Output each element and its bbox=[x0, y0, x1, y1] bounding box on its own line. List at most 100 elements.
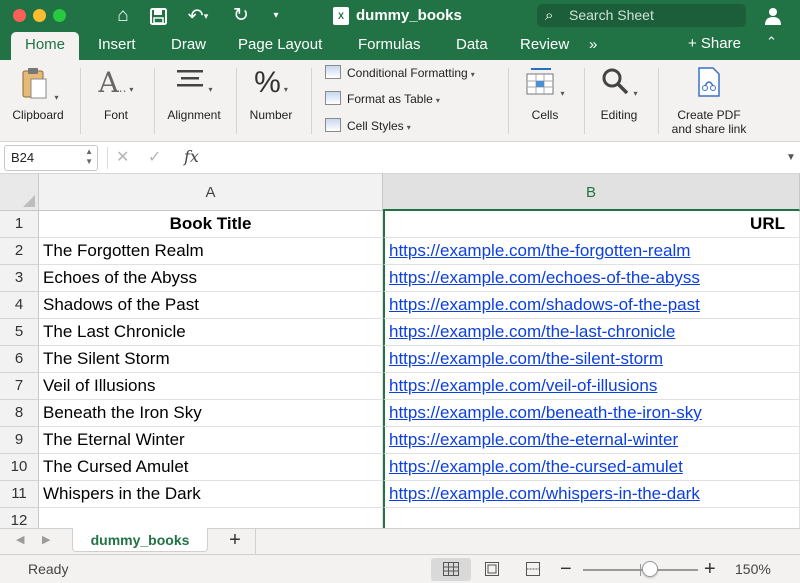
row-header[interactable]: 6 bbox=[0, 346, 39, 373]
cell-a5[interactable]: The Last Chronicle bbox=[39, 319, 383, 346]
enter-icon[interactable]: ✓ bbox=[148, 148, 161, 168]
next-sheet-icon[interactable]: ▶ bbox=[42, 533, 50, 546]
collapse-ribbon-icon[interactable]: ⌃ bbox=[766, 34, 777, 50]
close-window-button[interactable] bbox=[13, 9, 26, 22]
row-header[interactable]: 11 bbox=[0, 481, 39, 508]
cells-icon: ▾ bbox=[514, 66, 576, 100]
page-break-view-icon[interactable] bbox=[513, 558, 553, 581]
cell-a8[interactable]: Beneath the Iron Sky bbox=[39, 400, 383, 427]
cell-a11[interactable]: Whispers in the Dark bbox=[39, 481, 383, 508]
cell-b6-link[interactable]: https://example.com/the-silent-storm bbox=[383, 346, 800, 373]
cell-a4[interactable]: Shadows of the Past bbox=[39, 292, 383, 319]
zoom-in-button[interactable]: + bbox=[704, 557, 716, 581]
cell-b3-link[interactable]: https://example.com/echoes-of-the-abyss bbox=[383, 265, 800, 292]
ribbon-divider bbox=[311, 68, 312, 134]
select-all-button[interactable] bbox=[0, 174, 39, 211]
column-header-b[interactable]: B bbox=[383, 174, 800, 211]
cell-a9[interactable]: The Eternal Winter bbox=[39, 427, 383, 454]
cell-styles-label: Cell Styles bbox=[347, 119, 404, 133]
spreadsheet-grid[interactable]: A B 1 Book Title URL 2 The Forgotten Rea… bbox=[0, 174, 800, 528]
tab-formulas[interactable]: Formulas bbox=[358, 32, 421, 60]
minimize-window-button[interactable] bbox=[33, 9, 46, 22]
cell-b5-link[interactable]: https://example.com/the-last-chronicle bbox=[383, 319, 800, 346]
page-layout-view-icon[interactable] bbox=[472, 558, 512, 581]
cell-b8-link[interactable]: https://example.com/beneath-the-iron-sky bbox=[383, 400, 800, 427]
more-tabs-button[interactable]: » bbox=[589, 32, 597, 60]
share-button[interactable]: + Share bbox=[688, 32, 741, 60]
font-group[interactable]: A.. ▾ Font bbox=[84, 60, 148, 142]
row-header[interactable]: 2 bbox=[0, 238, 39, 265]
column-header-a[interactable]: A bbox=[39, 174, 383, 211]
editing-group[interactable]: ▾ Editing bbox=[588, 60, 650, 142]
sheet-tab-dummy-books[interactable]: dummy_books bbox=[72, 528, 208, 552]
formula-bar: B24 ▲ ▼ ✕ ✓ fx ▼ bbox=[0, 142, 800, 174]
cell-styles-button[interactable]: Cell Styles ▾ bbox=[325, 116, 411, 136]
row-header[interactable]: 9 bbox=[0, 427, 39, 454]
row-header[interactable]: 8 bbox=[0, 400, 39, 427]
add-sheet-button[interactable]: + bbox=[224, 529, 246, 553]
zoom-out-button[interactable]: − bbox=[560, 557, 572, 581]
account-icon[interactable] bbox=[764, 4, 786, 28]
tab-review[interactable]: Review bbox=[520, 32, 569, 60]
row-header[interactable]: 5 bbox=[0, 319, 39, 346]
cell-a7[interactable]: Veil of Illusions bbox=[39, 373, 383, 400]
row-header[interactable]: 7 bbox=[0, 373, 39, 400]
cell-a10[interactable]: The Cursed Amulet bbox=[39, 454, 383, 481]
row-header[interactable]: 10 bbox=[0, 454, 39, 481]
alignment-group[interactable]: ▾ Alignment bbox=[158, 60, 230, 142]
number-group[interactable]: % ▾ Number bbox=[240, 60, 302, 142]
cell-b7-link[interactable]: https://example.com/veil-of-illusions bbox=[383, 373, 800, 400]
row-header[interactable]: 1 bbox=[0, 211, 39, 238]
insert-function-icon[interactable]: fx bbox=[184, 147, 199, 166]
tab-home[interactable]: Home bbox=[11, 32, 80, 60]
zoom-level[interactable]: 150% bbox=[735, 561, 771, 577]
zoom-slider-thumb[interactable] bbox=[642, 561, 659, 577]
alignment-label: Alignment bbox=[167, 108, 221, 122]
row-header[interactable]: 3 bbox=[0, 265, 39, 292]
ribbon-divider bbox=[154, 68, 155, 134]
cells-group[interactable]: ▾ Cells bbox=[514, 60, 576, 142]
undo-icon[interactable]: ↶▾ bbox=[184, 4, 212, 28]
cell-b9-link[interactable]: https://example.com/the-eternal-winter bbox=[383, 427, 800, 454]
cell-b1[interactable]: URL bbox=[383, 211, 800, 238]
cell-a2[interactable]: The Forgotten Realm bbox=[39, 238, 383, 265]
name-box[interactable]: B24 ▲ ▼ bbox=[4, 145, 98, 171]
prev-sheet-icon[interactable]: ◀ bbox=[16, 533, 24, 546]
cell-b11-link[interactable]: https://example.com/whispers-in-the-dark bbox=[383, 481, 800, 508]
customize-toolbar-icon[interactable]: ▾ bbox=[268, 4, 284, 28]
save-icon[interactable] bbox=[146, 4, 170, 28]
name-box-value: B24 bbox=[11, 150, 35, 165]
name-box-stepper-icon[interactable]: ▲ ▼ bbox=[85, 147, 93, 167]
cell-a1[interactable]: Book Title bbox=[39, 211, 383, 238]
home-icon[interactable]: ⌂ bbox=[111, 4, 135, 28]
cancel-icon[interactable]: ✕ bbox=[116, 148, 129, 168]
zoom-slider-midmark bbox=[640, 564, 641, 576]
sheet-tab-divider bbox=[255, 529, 256, 555]
cell-b12[interactable] bbox=[383, 508, 800, 528]
ribbon-tabs: Home Insert Draw Page Layout Formulas Da… bbox=[0, 32, 800, 60]
expand-formula-icon[interactable]: ▼ bbox=[786, 152, 796, 163]
redo-icon[interactable]: ↻ bbox=[229, 4, 253, 28]
normal-view-icon[interactable] bbox=[431, 558, 471, 581]
row-header[interactable]: 4 bbox=[0, 292, 39, 319]
cell-a6[interactable]: The Silent Storm bbox=[39, 346, 383, 373]
tab-data[interactable]: Data bbox=[456, 32, 488, 60]
zoom-window-button[interactable] bbox=[53, 9, 66, 22]
row-header[interactable]: 12 bbox=[0, 508, 39, 528]
create-pdf-group[interactable]: Create PDF and share link bbox=[662, 60, 756, 142]
cell-b10-link[interactable]: https://example.com/the-cursed-amulet bbox=[383, 454, 800, 481]
conditional-formatting-button[interactable]: Conditional Formatting ▾ bbox=[325, 63, 475, 83]
ribbon: ▾ Clipboard A.. ▾ Font ▾ Alignment % ▾ Num… bbox=[0, 60, 800, 142]
tab-draw[interactable]: Draw bbox=[171, 32, 206, 60]
cell-b4-link[interactable]: https://example.com/shadows-of-the-past bbox=[383, 292, 800, 319]
tab-insert[interactable]: Insert bbox=[98, 32, 136, 60]
search-placeholder: Search Sheet bbox=[569, 7, 654, 23]
search-sheet-input[interactable]: ⌕ Search Sheet bbox=[537, 4, 746, 27]
format-as-table-button[interactable]: Format as Table ▾ bbox=[325, 89, 440, 109]
clipboard-group[interactable]: ▾ Clipboard bbox=[4, 60, 72, 142]
tab-page-layout[interactable]: Page Layout bbox=[238, 32, 322, 60]
formula-input[interactable] bbox=[212, 146, 778, 170]
cell-a12[interactable] bbox=[39, 508, 383, 528]
cell-a3[interactable]: Echoes of the Abyss bbox=[39, 265, 383, 292]
cell-b2-link[interactable]: https://example.com/the-forgotten-realm bbox=[383, 238, 800, 265]
